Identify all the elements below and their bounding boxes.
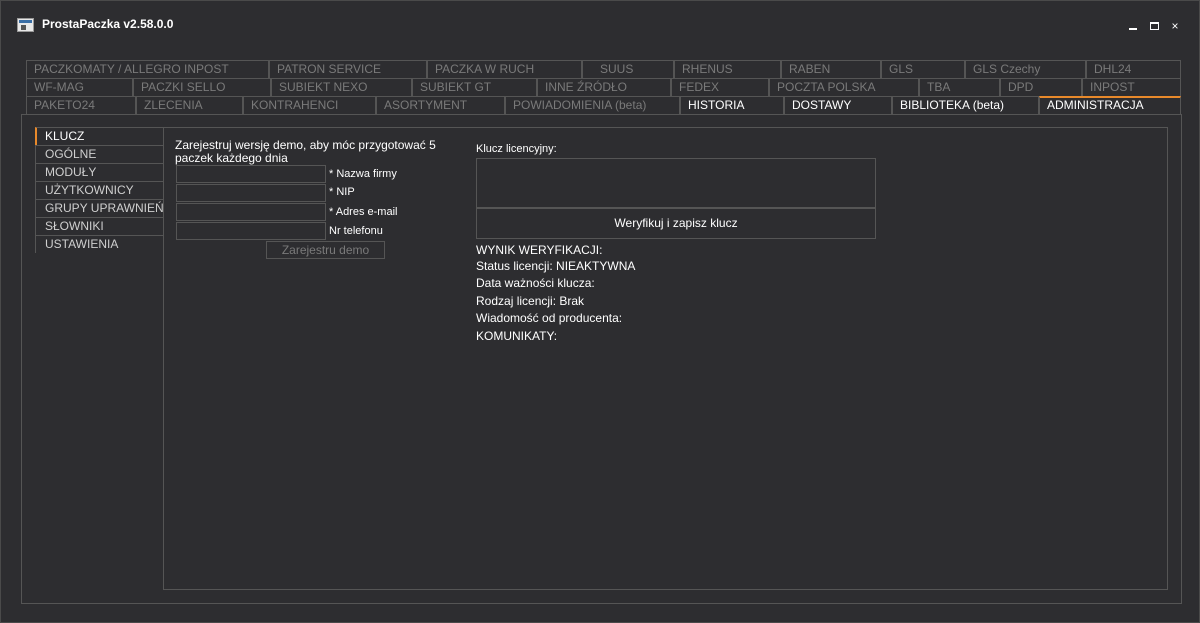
sidebar-item-grupy-uprawnien[interactable]: GRUPY UPRAWNIEŃ [35,199,164,217]
license-key-input[interactable] [476,158,876,208]
tab-fedex[interactable]: FEDEX [671,78,769,96]
sidebar-item-uzytkownicy[interactable]: UŻYTKOWNICY [35,181,164,199]
license-key-label: Klucz licencyjny: [476,143,557,155]
tab-inpost[interactable]: INPOST [1082,78,1181,96]
key-expiry-text: Data ważności klucza: [476,276,595,290]
minimize-button[interactable] [1123,17,1143,35]
tab-inne-zrodlo[interactable]: INNE ŹRÓDŁO [537,78,671,96]
verification-result-heading: WYNIK WERYFIKACJI: [476,243,603,257]
sidebar-item-ogolne[interactable]: OGÓLNE [35,145,164,163]
app-window: ProstaPaczka v2.58.0.0 × PACZKOMATY / AL… [0,0,1200,623]
tab-row-1: PACZKOMATY / ALLEGRO INPOST PATRON SERVI… [26,60,1181,78]
window-title: ProstaPaczka v2.58.0.0 [42,17,174,31]
close-button[interactable]: × [1165,17,1185,35]
tab-powiadomienia[interactable]: POWIADOMIENIA (beta) [505,96,680,114]
tab-dostawy[interactable]: DOSTAWY [784,96,892,114]
sidebar-item-slowniki[interactable]: SŁOWNIKI [35,217,164,235]
tab-rhenus[interactable]: RHENUS [674,60,781,78]
tab-subiekt-gt[interactable]: SUBIEKT GT [412,78,537,96]
tab-paczkomaty-allegro-inpost[interactable]: PACZKOMATY / ALLEGRO INPOST [26,60,269,78]
tab-asortyment[interactable]: ASORTYMENT [376,96,505,114]
tab-row-3: PAKETO24 ZLECENIA KONTRAHENCI ASORTYMENT… [26,96,1181,114]
company-name-field[interactable] [176,165,326,183]
close-icon: × [1171,19,1179,33]
tab-patron-service[interactable]: PATRON SERVICE [269,60,427,78]
tab-poczta-polska[interactable]: POCZTA POLSKA [769,78,919,96]
tab-paczki-sello[interactable]: PACZKI SELLO [133,78,271,96]
tab-biblioteka[interactable]: BIBLIOTEKA (beta) [892,96,1039,114]
tab-dpd[interactable]: DPD [1000,78,1082,96]
tab-paczka-w-ruch[interactable]: PACZKA W RUCH [427,60,582,78]
phone-field[interactable] [176,222,326,240]
tab-raben[interactable]: RABEN [781,60,881,78]
tab-subiekt-nexo[interactable]: SUBIEKT NEXO [271,78,412,96]
demo-intro-text: Zarejestruj wersję demo, aby móc przygot… [175,138,436,165]
maximize-button[interactable] [1144,17,1164,35]
tab-suus[interactable]: SUUS [582,60,674,78]
title-bar: ProstaPaczka v2.58.0.0 × [1,1,1199,49]
license-type-text: Rodzaj licencji: Brak [476,294,585,308]
register-demo-button[interactable]: Zarejestru demo [266,241,385,259]
tab-gls[interactable]: GLS [881,60,965,78]
tab-paketo24[interactable]: PAKETO24 [26,96,136,114]
verify-save-key-button[interactable]: Weryfikuj i zapisz klucz [476,208,876,239]
tab-row-2: WF-MAG PACZKI SELLO SUBIEKT NEXO SUBIEKT… [26,78,1181,96]
company-name-label: * Nazwa firmy [329,168,397,180]
tab-tba[interactable]: TBA [919,78,1000,96]
notices-heading: KOMUNIKATY: [476,329,558,343]
license-status-text: Status licencji: NIEAKTYWNA [476,259,636,273]
tab-wf-mag[interactable]: WF-MAG [26,78,133,96]
sidebar-item-klucz[interactable]: KLUCZ [35,127,164,145]
tab-kontrahenci[interactable]: KONTRAHENCI [243,96,376,114]
sidebar-item-moduly[interactable]: MODUŁY [35,163,164,181]
email-label: * Adres e-mail [329,206,398,218]
nip-field[interactable] [176,184,326,202]
email-field[interactable] [176,203,326,221]
phone-label: Nr telefonu [329,225,383,237]
tab-historia[interactable]: HISTORIA [680,96,784,114]
app-window-icon [17,18,34,32]
tab-dhl24[interactable]: DHL24 [1086,60,1181,78]
tab-gls-czechy[interactable]: GLS Czechy [965,60,1086,78]
producer-message-text: Wiadomość od producenta: [476,311,623,325]
tab-zlecenia[interactable]: ZLECENIA [136,96,243,114]
minimize-icon [1129,28,1137,30]
maximize-icon [1149,22,1159,30]
tab-administracja[interactable]: ADMINISTRACJA [1039,96,1181,114]
sidebar-item-ustawienia[interactable]: USTAWIENIA [35,235,164,253]
nip-label: * NIP [329,186,355,198]
